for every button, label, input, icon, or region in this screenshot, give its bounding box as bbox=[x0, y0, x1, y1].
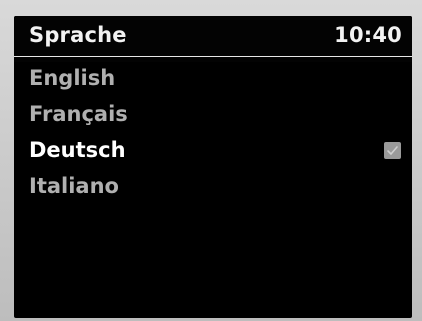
language-item-deutsch[interactable]: Deutsch bbox=[14, 132, 412, 168]
language-label: Français bbox=[29, 102, 128, 126]
clock-time: 10:40 bbox=[334, 23, 402, 47]
header-divider bbox=[14, 56, 412, 57]
language-item-italiano[interactable]: Italiano bbox=[14, 168, 412, 204]
checkmark-icon bbox=[384, 142, 401, 159]
language-label: Deutsch bbox=[29, 138, 126, 162]
device-screen: Sprache 10:40 English Français Deutsch I… bbox=[14, 16, 412, 318]
page-title: Sprache bbox=[29, 23, 127, 47]
language-label: English bbox=[29, 66, 116, 90]
language-label: Italiano bbox=[29, 174, 119, 198]
language-item-english[interactable]: English bbox=[14, 60, 412, 96]
language-list: English Français Deutsch Italiano bbox=[14, 60, 412, 204]
language-item-francais[interactable]: Français bbox=[14, 96, 412, 132]
